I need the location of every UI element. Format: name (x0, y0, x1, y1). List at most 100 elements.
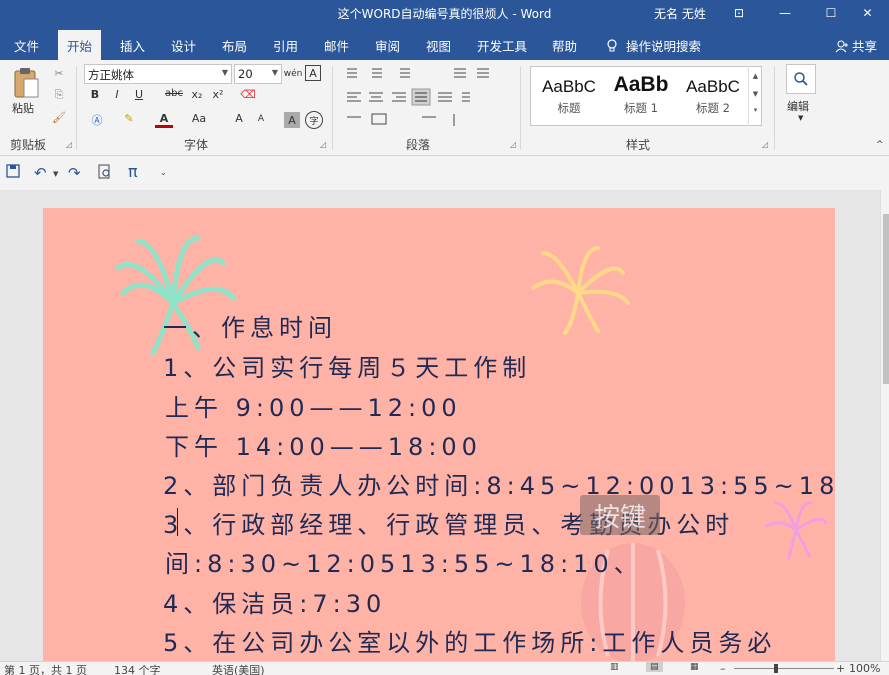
collapse-ribbon-icon[interactable]: ^ (876, 140, 884, 150)
document-line: 上午 9:00——12:00 (165, 388, 462, 423)
tab-developer[interactable]: 开发工具 (477, 36, 527, 55)
style-heading-1[interactable]: AaBb 标题 1 (605, 67, 677, 125)
style-name: 标题 2 (677, 100, 749, 116)
italic-button[interactable]: I (110, 88, 124, 101)
chevron-up-icon[interactable]: ▲ (749, 72, 762, 80)
tab-design[interactable]: 设计 (171, 36, 196, 55)
change-case-button[interactable]: Aa (188, 112, 210, 125)
minimize-button[interactable]: — (762, 0, 808, 26)
strikethrough-button[interactable]: abc (163, 88, 185, 99)
superscript-button[interactable]: x² (210, 88, 226, 101)
text-cursor (177, 508, 178, 536)
print-layout-icon[interactable]: ▤ (646, 662, 663, 672)
underline-button[interactable]: U (132, 88, 146, 101)
chevron-down-icon[interactable]: ▼ (53, 170, 58, 178)
redo-icon[interactable]: ↷ (68, 164, 81, 182)
document-line: 1、公司实行每周５天工作制 (163, 348, 531, 383)
tab-mailings[interactable]: 邮件 (324, 36, 349, 55)
bold-button[interactable]: B (88, 88, 102, 101)
style-title[interactable]: AaBbC 标题 (533, 67, 605, 125)
style-sample: AaBbC (677, 77, 749, 97)
editing-button[interactable]: 编辑 (787, 98, 809, 114)
cut-icon[interactable]: ✂ (50, 64, 68, 82)
styles-gallery: AaBbC 标题 AaBb 标题 1 AaBbC 标题 2 (530, 66, 762, 126)
tab-view[interactable]: 视图 (426, 36, 451, 55)
document-line: 4、保洁员:7:30 (163, 584, 386, 619)
save-icon[interactable] (6, 164, 20, 182)
zoom-in-icon[interactable]: + (836, 662, 845, 675)
document-line: 一、作息时间 (163, 308, 337, 343)
clipboard-launcher-icon[interactable]: ◿ (66, 140, 72, 149)
tell-me-search[interactable]: 操作说明搜索 (606, 36, 701, 55)
font-size-combo[interactable]: 20 ▼ (234, 64, 282, 84)
vertical-scrollbar[interactable] (880, 190, 889, 661)
maximize-icon: ☐ (826, 6, 837, 20)
font-size-value: 20 (238, 67, 253, 81)
read-mode-icon[interactable]: ▥ (610, 662, 619, 672)
document-page[interactable]: 一、作息时间 1、公司实行每周５天工作制 上午 9:00——12:00 下午 1… (43, 208, 835, 668)
document-line: 下午 14:00——18:00 (165, 427, 482, 462)
close-button[interactable]: ✕ (846, 0, 889, 26)
quick-access-toolbar: ↶ ▼ ↷ π ⌄ (0, 156, 889, 190)
tab-file[interactable]: 文件 (14, 36, 39, 55)
enclose-characters-button[interactable]: 字 (305, 111, 323, 129)
tab-insert[interactable]: 插入 (120, 36, 145, 55)
chevron-down-icon: ▼ (272, 68, 278, 77)
style-sample: AaBbC (533, 77, 605, 97)
more-styles-icon[interactable]: ▾ (749, 106, 762, 114)
styles-launcher-icon[interactable]: ◿ (762, 140, 768, 149)
firework-image (103, 233, 243, 363)
minimize-icon: — (779, 6, 791, 20)
chevron-down-icon[interactable]: ▼ (798, 114, 803, 122)
share-button[interactable]: 共享 (835, 36, 877, 55)
grow-font-button[interactable]: A (232, 112, 246, 125)
word-count[interactable]: 134 个字 (114, 662, 161, 675)
user-name[interactable]: 无名 无姓 (654, 5, 706, 22)
paste-button[interactable]: 粘贴 (12, 100, 34, 116)
styles-group-label: 样式 (626, 136, 650, 153)
font-name-combo[interactable]: 方正姚体▼ (84, 64, 232, 84)
zoom-slider-thumb[interactable] (774, 664, 778, 673)
group-separator (520, 66, 521, 150)
font-group-label: 字体 (184, 136, 208, 153)
page-count[interactable]: 第 1 页，共 1 页 (4, 662, 87, 675)
search-icon[interactable] (786, 64, 816, 94)
ribbon-display-options-button[interactable]: ⊡ (716, 0, 762, 26)
web-layout-icon[interactable]: ▦ (690, 662, 699, 672)
copy-icon[interactable]: ⎘ (50, 86, 68, 104)
clipboard-group-label: 剪贴板 (10, 136, 46, 153)
zoom-slider[interactable] (734, 668, 834, 669)
tab-home[interactable]: 开始 (58, 30, 101, 60)
tab-help[interactable]: 帮助 (552, 36, 577, 55)
language[interactable]: 英语(美国) (212, 662, 265, 675)
font-color-icon[interactable]: A (155, 112, 173, 128)
styles-scroll[interactable]: ▲ ▼ ▾ (748, 66, 762, 126)
equation-button[interactable]: π (128, 162, 138, 181)
shrink-font-button[interactable]: A (254, 114, 268, 124)
zoom-level[interactable]: 100% (849, 662, 880, 675)
zoom-out-icon[interactable]: – (720, 662, 726, 675)
undo-icon[interactable]: ↶ (34, 164, 47, 182)
style-heading-2[interactable]: AaBbC 标题 2 (677, 67, 749, 125)
font-launcher-icon[interactable]: ◿ (320, 140, 326, 149)
print-preview-icon[interactable] (98, 164, 112, 183)
format-painter-icon[interactable]: 🖌 (50, 108, 68, 126)
scrollbar-thumb[interactable] (883, 214, 889, 384)
character-shading-button[interactable]: A (284, 112, 300, 128)
tab-review[interactable]: 审阅 (375, 36, 400, 55)
customize-qat-icon[interactable]: ⌄ (160, 168, 167, 177)
group-separator (774, 66, 775, 150)
highlight-icon[interactable]: ✎ (120, 112, 138, 125)
character-border-button[interactable]: A (305, 65, 321, 81)
text-effects-icon[interactable]: Ⓐ (88, 112, 106, 128)
tab-layout[interactable]: 布局 (222, 36, 247, 55)
tab-references[interactable]: 引用 (273, 36, 298, 55)
subscript-button[interactable]: x₂ (189, 88, 205, 101)
document-area: 一、作息时间 1、公司实行每周５天工作制 上午 9:00——12:00 下午 1… (0, 190, 889, 661)
paragraph-launcher-icon[interactable]: ◿ (510, 140, 516, 149)
clear-formatting-icon[interactable]: ⌫ (240, 88, 256, 101)
paste-icon[interactable] (10, 64, 42, 102)
paragraph-tools-icon[interactable] (342, 64, 502, 130)
chevron-down-icon[interactable]: ▼ (749, 90, 762, 98)
phonetic-guide-button[interactable]: wén (284, 64, 302, 84)
